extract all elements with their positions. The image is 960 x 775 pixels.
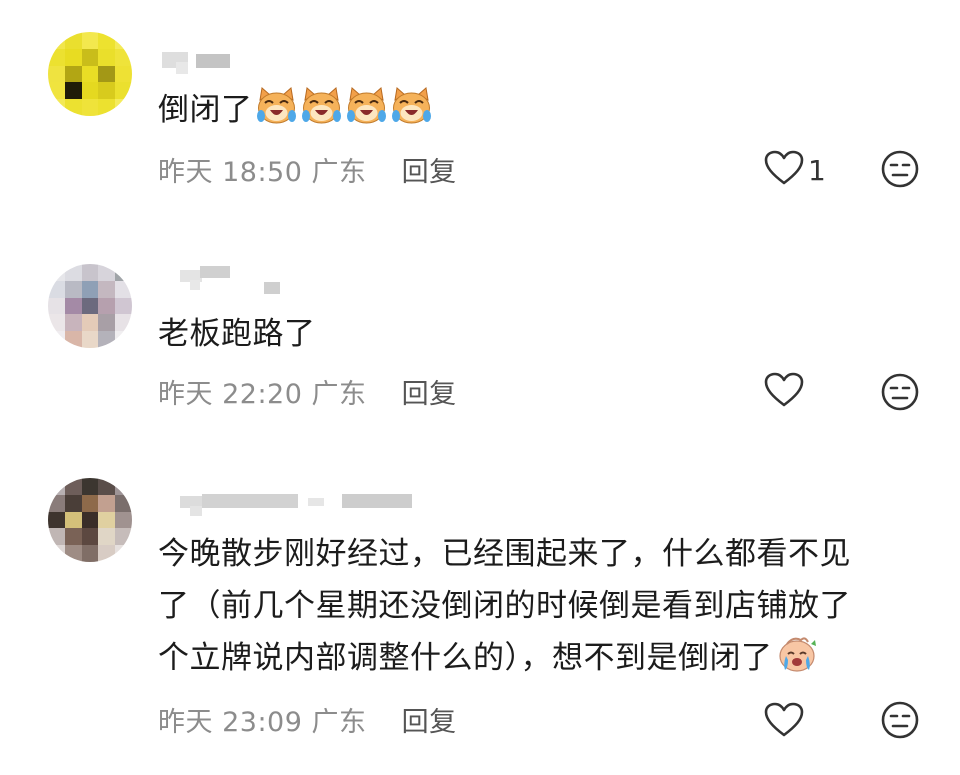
comment-date: 昨天 22:20 [158, 379, 303, 410]
dislike-button[interactable] [880, 372, 920, 416]
reply-button[interactable]: 回复 [402, 379, 457, 410]
like-button[interactable]: 1 [764, 150, 826, 190]
meh-face-icon [880, 150, 920, 193]
dislike-button[interactable] [880, 700, 920, 744]
comment-meta: 昨天 23:09 广东 回复 [158, 700, 457, 739]
comment-location: 广东 [311, 379, 367, 410]
reply-button[interactable]: 回复 [402, 707, 457, 738]
comment-meta: 昨天 18:50 广东 回复 [158, 150, 457, 189]
like-button[interactable] [764, 702, 808, 742]
heart-outline-icon [764, 702, 804, 742]
like-button[interactable] [764, 372, 808, 412]
meh-face-icon [880, 701, 920, 744]
meh-face-icon [880, 373, 920, 416]
comment-location: 广东 [311, 707, 367, 738]
heart-outline-icon [764, 372, 804, 412]
laughing-crying-cat-emoji [390, 86, 433, 142]
comment-location: 广东 [311, 157, 367, 188]
dislike-button[interactable] [880, 149, 920, 193]
comment-meta: 昨天 22:20 广东 回复 [158, 372, 457, 411]
laughing-crying-cat-emoji [253, 87, 433, 128]
crying-baby-emoji [775, 634, 819, 690]
like-count: 1 [808, 153, 826, 187]
laughing-crying-cat-emoji [300, 86, 343, 142]
heart-outline-icon [764, 150, 804, 190]
laughing-crying-cat-emoji [345, 86, 388, 142]
comment-text: 倒闭了 [158, 84, 433, 142]
comment-date: 昨天 18:50 [158, 157, 303, 188]
avatar[interactable] [48, 32, 132, 116]
avatar[interactable] [48, 264, 132, 348]
avatar[interactable] [48, 478, 132, 562]
reply-button[interactable]: 回复 [402, 157, 457, 188]
laughing-crying-cat-emoji [255, 86, 298, 142]
comment-date: 昨天 23:09 [158, 707, 303, 738]
comment-text: 今晚散步刚好经过，已经围起来了，什么都看不见 了（前几个星期还没倒闭的时候倒是看… [158, 528, 938, 690]
comment-text: 老板跑路了 [158, 316, 316, 352]
